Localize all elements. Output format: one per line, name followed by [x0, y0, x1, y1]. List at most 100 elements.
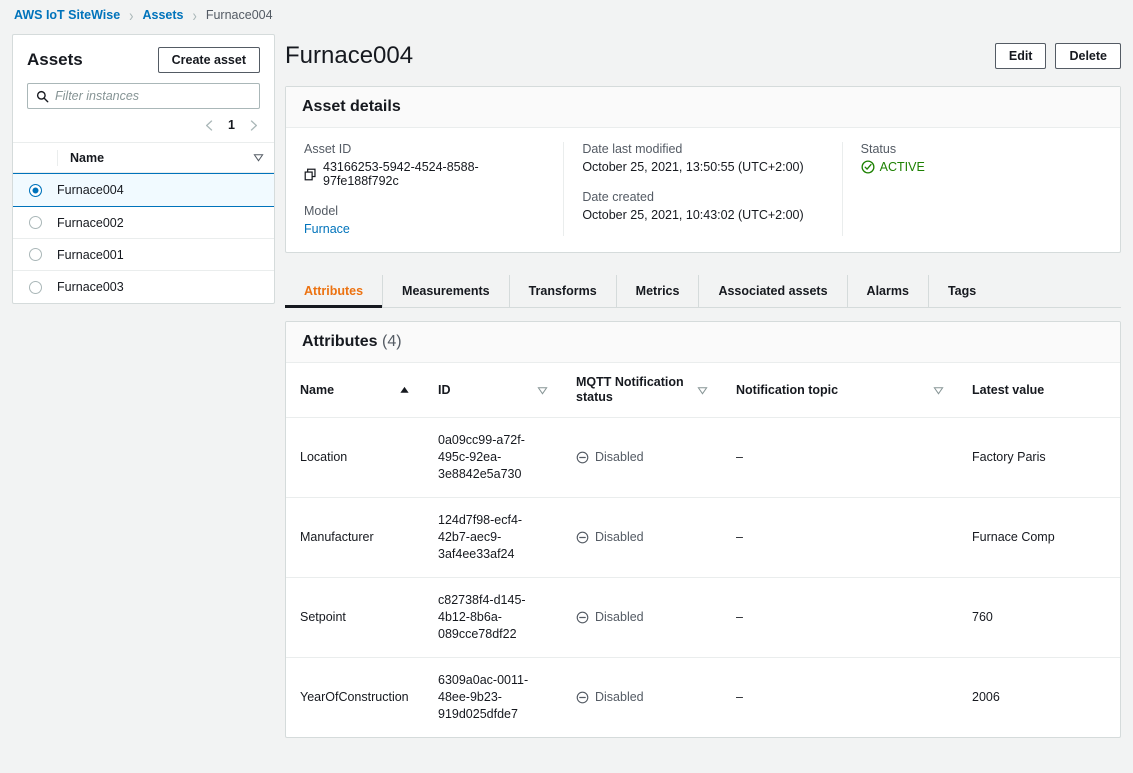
cell-id: c82738f4-d145-4b12-8b6a-089cce78df22 [424, 578, 562, 658]
column-header-notification-topic[interactable]: Notification topic [722, 363, 958, 418]
details-column-2: Date last modified October 25, 2021, 13:… [563, 142, 841, 236]
delete-button[interactable]: Delete [1055, 43, 1121, 69]
page-number[interactable]: 1 [228, 118, 235, 132]
attributes-title-text: Attributes [302, 333, 378, 350]
radio-cell[interactable] [13, 248, 57, 261]
attributes-card: Attributes (4) Name [285, 321, 1121, 738]
tab-associated-assets[interactable]: Associated assets [699, 275, 847, 307]
cell-name: Setpoint [286, 578, 424, 658]
sidebar-item-furnace004[interactable]: Furnace004 [13, 173, 274, 207]
attributes-table-scroll[interactable]: Name ID [286, 363, 1120, 737]
breadcrumb-item-sitewise[interactable]: AWS IoT SiteWise [14, 8, 120, 22]
sidebar-item-furnace001[interactable]: Furnace001 [13, 239, 274, 271]
date-created-group: Date created October 25, 2021, 10:43:02 … [582, 190, 823, 222]
cell-mqtt-status: Disabled [562, 578, 722, 658]
cell-notification-topic: – [722, 658, 958, 738]
tab-alarms[interactable]: Alarms [848, 275, 929, 307]
sort-descending-icon[interactable] [933, 385, 944, 396]
copy-icon[interactable] [304, 168, 317, 181]
table-row[interactable]: Location 0a09cc99-a72f-495c-92ea-3e8842e… [286, 418, 1120, 498]
sidebar-item-label: Furnace004 [57, 183, 274, 197]
column-header-id-label: ID [438, 383, 451, 398]
breadcrumb-item-assets[interactable]: Assets [143, 8, 184, 22]
radio-button[interactable] [29, 281, 42, 294]
column-header-latest-value[interactable]: Latest value [958, 363, 1098, 418]
asset-details-title: Asset details [302, 98, 401, 115]
breadcrumb-separator-icon: › [193, 6, 197, 25]
check-circle-icon [861, 160, 875, 174]
disabled-circle-icon [576, 531, 589, 544]
cell-id: 124d7f98-ecf4-42b7-aec9-3af4ee33af24 [424, 498, 562, 578]
search-icon [36, 90, 49, 103]
radio-cell[interactable] [13, 184, 57, 197]
mqtt-status-label: Disabled [595, 689, 644, 706]
table-row[interactable]: YearOfConstruction 6309a0ac-0011-48ee-9b… [286, 658, 1120, 738]
status-value: ACTIVE [880, 160, 925, 174]
cell-mqtt-status: Disabled [562, 418, 722, 498]
cell-overflow [1098, 658, 1120, 738]
asset-id-label: Asset ID [304, 142, 545, 156]
column-header-id[interactable]: ID [424, 363, 562, 418]
sidebar-table-header: Name [13, 142, 274, 173]
sidebar-item-furnace002[interactable]: Furnace002 [13, 207, 274, 239]
sidebar-header: Assets Create asset [13, 35, 274, 73]
radio-button[interactable] [29, 216, 42, 229]
attributes-count: (4) [382, 333, 402, 350]
asset-details-header: Asset details [286, 87, 1120, 128]
page-header: Furnace004 Edit Delete [285, 32, 1121, 86]
date-created-label: Date created [582, 190, 823, 204]
tab-bar: Attributes Measurements Transforms Metri… [285, 275, 1121, 308]
tab-transforms[interactable]: Transforms [510, 275, 617, 307]
radio-button-selected[interactable] [29, 184, 42, 197]
asset-details-card: Asset details Asset ID 4 [285, 86, 1121, 253]
asset-id-value-row: 43166253-5942-4524-8588-97fe188f792c [304, 160, 545, 188]
sidebar-item-furnace003[interactable]: Furnace003 [13, 271, 274, 303]
sidebar-pagination: 1 [13, 109, 274, 142]
disabled-circle-icon [576, 691, 589, 704]
model-group: Model Furnace [304, 204, 545, 236]
sort-descending-icon[interactable] [537, 385, 548, 396]
tab-tags[interactable]: Tags [929, 275, 995, 307]
chevron-left-icon[interactable] [203, 119, 216, 132]
chevron-right-icon[interactable] [247, 119, 260, 132]
tab-attributes[interactable]: Attributes [285, 275, 383, 307]
attributes-table: Name ID [286, 363, 1120, 737]
column-header-mqtt-status[interactable]: MQTT Notification status [562, 363, 722, 418]
filter-input-wrap[interactable] [27, 83, 260, 109]
sidebar-item-label: Furnace002 [57, 216, 274, 230]
status-group: Status ACTIVE [861, 142, 1102, 174]
radio-button[interactable] [29, 248, 42, 261]
tab-metrics[interactable]: Metrics [617, 275, 700, 307]
tab-measurements[interactable]: Measurements [383, 275, 510, 307]
column-header-latest-value-label: Latest value [972, 383, 1044, 398]
column-header-overflow[interactable] [1098, 363, 1120, 418]
date-last-modified-label: Date last modified [582, 142, 823, 156]
radio-cell[interactable] [13, 216, 57, 229]
attributes-table-body: Location 0a09cc99-a72f-495c-92ea-3e8842e… [286, 418, 1120, 738]
create-asset-button[interactable]: Create asset [158, 47, 260, 73]
date-created-value: October 25, 2021, 10:43:02 (UTC+2:00) [582, 208, 823, 222]
asset-details-body: Asset ID 43166253-5942-4524-8588-97fe188… [286, 128, 1120, 252]
column-header-notification-topic-label: Notification topic [736, 383, 838, 398]
radio-cell[interactable] [13, 281, 57, 294]
table-row[interactable]: Manufacturer 124d7f98-ecf4-42b7-aec9-3af… [286, 498, 1120, 578]
disabled-circle-icon [576, 611, 589, 624]
sort-ascending-icon[interactable] [399, 385, 410, 396]
cell-latest-value: 2006 [958, 658, 1098, 738]
column-header-name[interactable]: Name [286, 363, 424, 418]
sidebar-column-header-name[interactable]: Name [57, 150, 253, 166]
breadcrumb-item-current: Furnace004 [206, 8, 273, 22]
cell-name: YearOfConstruction [286, 658, 424, 738]
edit-button[interactable]: Edit [995, 43, 1047, 69]
cell-latest-value: 760 [958, 578, 1098, 658]
column-header-mqtt-status-label: MQTT Notification status [576, 375, 691, 405]
cell-mqtt-status: Disabled [562, 658, 722, 738]
sort-descending-icon[interactable] [697, 385, 708, 396]
page-layout: Assets Create asset 1 [0, 30, 1133, 738]
filter-instances-input[interactable] [55, 89, 259, 103]
cell-id: 6309a0ac-0011-48ee-9b23-919d025dfde7 [424, 658, 562, 738]
sort-descending-icon[interactable] [253, 152, 264, 163]
table-row[interactable]: Setpoint c82738f4-d145-4b12-8b6a-089cce7… [286, 578, 1120, 658]
model-link[interactable]: Furnace [304, 222, 545, 236]
cell-notification-topic: – [722, 418, 958, 498]
